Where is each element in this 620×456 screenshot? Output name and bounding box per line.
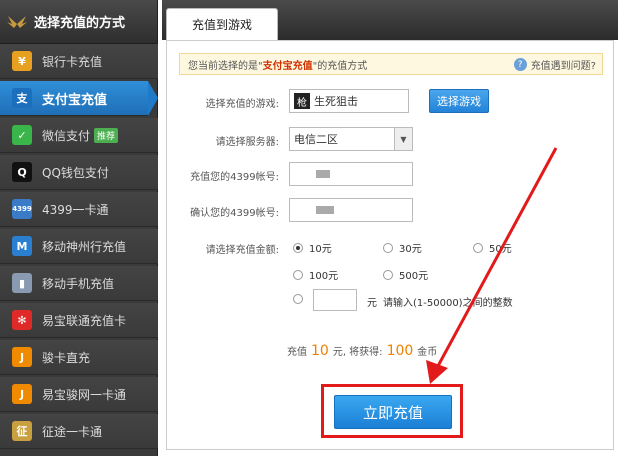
notice-highlight: 支付宝充值: [262, 60, 313, 72]
help-text: 充值遇到问题?: [530, 61, 596, 72]
radio-icon: [383, 269, 393, 280]
masked-confirm-account: [316, 206, 334, 214]
amount-option-label: 100元: [309, 271, 339, 282]
amount-option-10[interactable]: 10元: [293, 240, 332, 255]
sidebar-item[interactable]: Q QQ钱包支付: [0, 155, 158, 190]
card-icon: 4399: [12, 199, 32, 219]
sidebar-item[interactable]: 支支付宝充值: [0, 81, 158, 116]
amount-label: 请选择充值金额:: [205, 245, 279, 256]
junka-icon: J: [12, 347, 32, 367]
summary-suffix: 金币: [417, 347, 438, 358]
sidebar-item-label: 4399一卡通: [42, 202, 109, 217]
radio-selected-icon: [293, 242, 303, 253]
sidebar-item-label: 微信支付: [42, 128, 91, 143]
wings-logo-icon: [7, 15, 27, 28]
account-row: 充值您的4399帐号:: [167, 162, 615, 188]
recommend-badge: 推荐: [94, 127, 119, 143]
submit-recharge-button[interactable]: 立即充值: [334, 395, 452, 429]
server-select[interactable]: 电信二区 ▼: [289, 127, 413, 151]
game-icon: 枪: [294, 93, 310, 109]
sidebar-item[interactable]: ¥ 银行卡充值: [0, 44, 158, 79]
summary-amount: 10: [311, 343, 329, 359]
amount-option-custom[interactable]: [293, 294, 309, 304]
junnet-icon: J: [12, 384, 32, 404]
notice-prefix: 您当前选择的是": [188, 60, 263, 72]
tab-recharge-to-game[interactable]: 充值到游戏: [166, 8, 278, 40]
custom-unit: 元: [367, 298, 377, 309]
confirm-account-input[interactable]: [289, 198, 413, 222]
phone-icon: ▮: [12, 273, 32, 293]
unicom-icon: ✻: [12, 310, 32, 330]
choose-game-button[interactable]: 选择游戏: [429, 89, 489, 113]
amount-option-label: 10元: [309, 244, 332, 255]
wechat-icon: ✓: [12, 125, 32, 145]
sidebar-title: 选择充值的方式: [34, 16, 126, 31]
sidebar-item[interactable]: J 骏卡直充: [0, 340, 158, 375]
amount-option-label: 500元: [399, 271, 429, 282]
recharge-summary: 充值 10 元, 将获得: 100 金币: [287, 343, 437, 359]
help-link[interactable]: ? 充值遇到问题?: [513, 57, 596, 72]
account-label: 充值您的4399帐号:: [190, 172, 279, 183]
sidebar-item-label: 移动神州行充值: [42, 239, 127, 254]
sidebar-item[interactable]: M 移动神州行充值: [0, 229, 158, 264]
amount-option-label: 50元: [489, 244, 512, 255]
amount-option-100[interactable]: 100元: [293, 267, 338, 282]
shield-icon: 支: [12, 88, 32, 108]
custom-amount-input[interactable]: [313, 289, 357, 311]
sidebar-header: 选择充值的方式: [0, 0, 157, 44]
summary-coins: 100: [386, 343, 414, 359]
confirm-label: 确认您的4399帐号:: [190, 208, 279, 219]
payment-method-sidebar: 选择充值的方式 ¥ 银行卡充值支支付宝充值 ✓ 微信支付 推荐 Q QQ钱包支付 4399 43…: [0, 0, 158, 456]
sidebar-item-label: 征途一卡通: [42, 424, 103, 439]
server-label: 请选择服务器:: [215, 137, 279, 148]
zhengtu-icon: 征: [12, 421, 32, 441]
radio-icon: [383, 242, 393, 253]
summary-middle: 元, 将获得:: [332, 347, 383, 358]
qq-penguin-icon: Q: [12, 162, 32, 182]
sidebar-item[interactable]: J 易宝骏网一卡通: [0, 377, 158, 412]
masked-account: [316, 170, 330, 178]
game-row: 选择充值的游戏: 枪 生死狙击 选择游戏: [167, 89, 615, 115]
sidebar-item[interactable]: 4399 4399一卡通: [0, 192, 158, 227]
submit-highlight-box: 立即充值: [321, 384, 463, 438]
notice-suffix: "的充值方式: [312, 60, 368, 72]
sidebar-item-label: 易宝骏网一卡通: [42, 387, 127, 402]
sidebar-item[interactable]: 征征途一卡通: [0, 414, 158, 449]
server-row: 请选择服务器: 电信二区 ▼: [167, 127, 615, 153]
sidebar-item[interactable]: ✻ 易宝联通充值卡: [0, 303, 158, 338]
sidebar-item-label: 易宝联通充值卡: [42, 313, 127, 328]
sidebar-item[interactable]: ✓ 微信支付 推荐: [0, 118, 158, 153]
sidebar-item-label: 银行卡充值: [42, 54, 103, 69]
custom-amount-hint: 元 请输入(1-50000)之间的整数: [367, 294, 513, 309]
method-notice: 您当前选择的是" 支付宝充值 "的充值方式 ? 充值遇到问题?: [179, 53, 603, 75]
radio-icon: [293, 269, 303, 280]
amount-option-label: 30元: [399, 244, 422, 255]
game-value: 生死狙击: [314, 95, 358, 108]
server-value: 电信二区: [294, 133, 338, 146]
main-area: 充值到游戏 您当前选择的是" 支付宝充值 "的充值方式 ? 充值遇到问题? 选择充值…: [162, 0, 618, 456]
sidebar-item[interactable]: ▮ 移动手机充值: [0, 266, 158, 301]
mobile-icon: M: [12, 236, 32, 256]
account-input[interactable]: [289, 162, 413, 186]
question-icon: ?: [513, 58, 527, 71]
top-bar: 充值到游戏: [162, 0, 618, 40]
game-label: 选择充值的游戏:: [205, 99, 279, 110]
yen-icon: ¥: [12, 51, 32, 71]
sidebar-item-label: 移动手机充值: [42, 276, 115, 291]
recharge-panel: 您当前选择的是" 支付宝充值 "的充值方式 ? 充值遇到问题? 选择充值的游戏: 枪…: [166, 40, 614, 450]
dropdown-arrow-icon: ▼: [394, 128, 412, 150]
sidebar-item-label: 骏卡直充: [42, 350, 91, 365]
summary-prefix: 充值: [287, 347, 307, 358]
amount-option-500[interactable]: 500元: [383, 267, 428, 282]
custom-hint-text: 请输入(1-50000)之间的整数: [383, 298, 513, 309]
radio-icon: [293, 294, 303, 304]
amount-option-30[interactable]: 30元: [383, 240, 422, 255]
radio-icon: [473, 242, 483, 253]
confirm-row: 确认您的4399帐号:: [167, 198, 615, 224]
sidebar-item-label: QQ钱包支付: [42, 165, 109, 180]
sidebar-item-label: 支付宝充值: [42, 92, 108, 108]
amount-option-50[interactable]: 50元: [473, 240, 512, 255]
game-field[interactable]: 枪 生死狙击: [289, 89, 409, 113]
